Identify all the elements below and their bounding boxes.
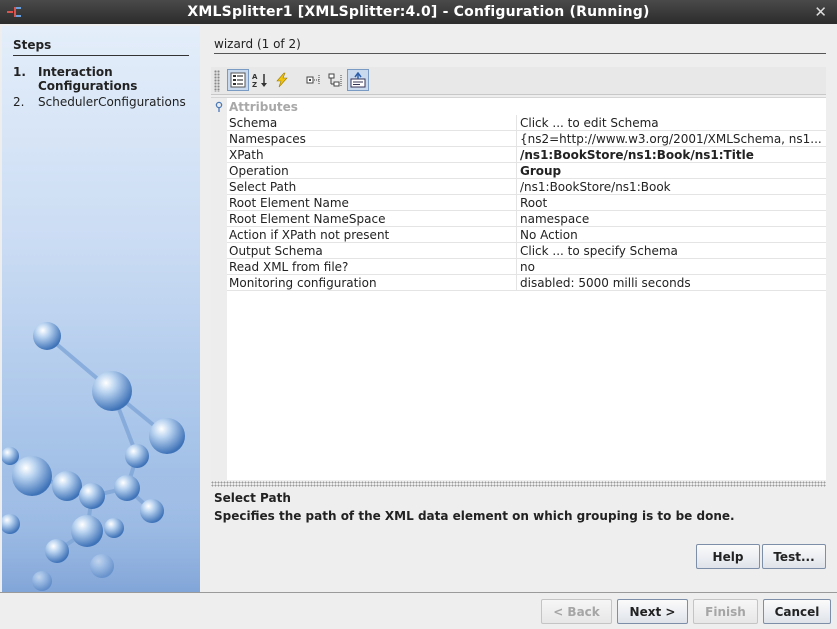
lightning-icon xyxy=(276,72,288,88)
property-value[interactable]: disabled: 5000 milli seconds xyxy=(520,276,824,290)
property-row[interactable]: Read XML from file? no xyxy=(227,259,826,275)
svg-text:Z: Z xyxy=(252,81,257,88)
window-title: XMLSplitter1 [XMLSplitter:4.0] - Configu… xyxy=(187,4,650,20)
step-interaction-configurations[interactable]: 1. Interaction Configurations xyxy=(13,65,188,93)
sort-alphabetically-button[interactable]: A Z xyxy=(249,69,271,91)
property-name: XPath xyxy=(229,148,264,162)
property-row[interactable]: Select Path/ns1:BookStore/ns1:Book xyxy=(227,179,826,195)
property-name: Root Element NameSpace xyxy=(229,212,386,226)
steps-panel: Steps 1. Interaction Configurations 2. Sch… xyxy=(2,26,200,592)
description-text: Specifies the path of the XML data eleme… xyxy=(214,509,735,523)
property-row[interactable]: XPath/ns1:BookStore/ns1:Book/ns1:Title xyxy=(227,147,826,163)
property-sheet: Attributes Schema Click ... to edit Schem… xyxy=(211,97,826,480)
property-value[interactable]: namespace xyxy=(520,212,824,226)
help-button[interactable]: Help xyxy=(696,544,760,569)
column-separator xyxy=(516,243,517,259)
next-button[interactable]: Next > xyxy=(617,599,688,624)
test-button[interactable]: Test... xyxy=(762,544,826,569)
property-toolbar: A Z xyxy=(211,67,826,95)
title-bar: XMLSplitter1 [XMLSplitter:4.0] - Configu… xyxy=(0,0,837,24)
property-row[interactable]: Action if XPath not present No Action xyxy=(227,227,826,243)
column-separator xyxy=(516,115,517,131)
molecule-illustration xyxy=(2,322,200,592)
toolbar-grip[interactable] xyxy=(214,70,220,92)
svg-text:A: A xyxy=(252,73,258,81)
sheet-gutter xyxy=(211,98,227,480)
category-label: Attributes xyxy=(229,100,298,114)
show-tree-button[interactable] xyxy=(325,69,347,91)
property-row[interactable]: Operation Group xyxy=(227,163,826,179)
show-editable-button[interactable] xyxy=(303,69,325,91)
sort-alphabetically-icon: A Z xyxy=(252,73,267,88)
step-scheduler-configurations[interactable]: 2. SchedulerConfigurations xyxy=(13,95,188,109)
cancel-button[interactable]: Cancel xyxy=(763,599,831,624)
categorized-view-icon xyxy=(230,72,246,88)
split-pane-divider[interactable] xyxy=(211,481,826,487)
property-value[interactable]: /ns1:BookStore/ns1:Book xyxy=(520,180,824,194)
column-separator xyxy=(516,179,517,195)
description-panel-button[interactable] xyxy=(347,69,369,91)
show-editable-icon xyxy=(306,75,320,85)
close-icon[interactable]: ✕ xyxy=(814,3,827,21)
column-separator xyxy=(516,195,517,211)
property-value[interactable]: Click ... to specify Schema xyxy=(520,244,824,258)
property-value[interactable]: no xyxy=(520,260,824,274)
category-expand-icon[interactable] xyxy=(215,101,223,113)
property-name: Schema xyxy=(229,116,278,130)
column-separator xyxy=(516,131,517,147)
property-name: Action if XPath not present xyxy=(229,228,390,242)
property-row[interactable]: Root Element NameSpace namespace xyxy=(227,211,826,227)
property-row[interactable]: Output Schema Click ... to specify Schema xyxy=(227,243,826,259)
property-value[interactable]: No Action xyxy=(520,228,824,242)
property-name: Output Schema xyxy=(229,244,323,258)
property-value[interactable]: {ns2=http://www.w3.org/2001/XMLSchema, n… xyxy=(520,132,824,146)
step-label: Interaction Configurations xyxy=(38,65,138,93)
property-name: Monitoring configuration xyxy=(229,276,377,290)
back-button[interactable]: < Back xyxy=(541,599,612,624)
step-number: 1. xyxy=(13,65,26,79)
steps-heading: Steps xyxy=(13,38,189,56)
column-separator xyxy=(516,147,517,163)
property-row[interactable]: Namespaces {ns2=http://www.w3.org/2001/XM… xyxy=(227,131,826,147)
lightning-button[interactable] xyxy=(271,69,293,91)
column-separator xyxy=(516,259,517,275)
property-name: Select Path xyxy=(229,180,297,194)
app-icon xyxy=(7,7,21,17)
property-value[interactable]: Group xyxy=(520,164,824,178)
finish-button[interactable]: Finish xyxy=(693,599,758,624)
column-separator xyxy=(516,275,517,291)
description-panel-icon xyxy=(350,72,366,88)
step-number: 2. xyxy=(13,95,25,109)
property-name: Read XML from file? xyxy=(229,260,349,274)
step-label: SchedulerConfigurations xyxy=(38,95,186,109)
property-value[interactable]: /ns1:BookStore/ns1:Book/ns1:Title xyxy=(520,148,824,162)
property-row[interactable]: Root Element Name Root xyxy=(227,195,826,211)
property-name: Namespaces xyxy=(229,132,306,146)
property-value[interactable]: Root xyxy=(520,196,824,210)
property-name: Root Element Name xyxy=(229,196,349,210)
wizard-heading: wizard (1 of 2) xyxy=(214,37,826,54)
column-separator xyxy=(516,211,517,227)
column-separator xyxy=(516,163,517,179)
show-tree-icon xyxy=(328,73,342,87)
property-row[interactable]: Schema Click ... to edit Schema xyxy=(227,115,826,131)
category-row-attributes[interactable]: Attributes xyxy=(211,99,826,115)
property-value[interactable]: Click ... to edit Schema xyxy=(520,116,824,130)
property-name: Operation xyxy=(229,164,289,178)
description-title: Select Path xyxy=(214,491,291,505)
column-separator xyxy=(516,227,517,243)
property-row[interactable]: Monitoring configuration disabled: 5000 m… xyxy=(227,275,826,291)
categorized-view-button[interactable] xyxy=(227,69,249,91)
